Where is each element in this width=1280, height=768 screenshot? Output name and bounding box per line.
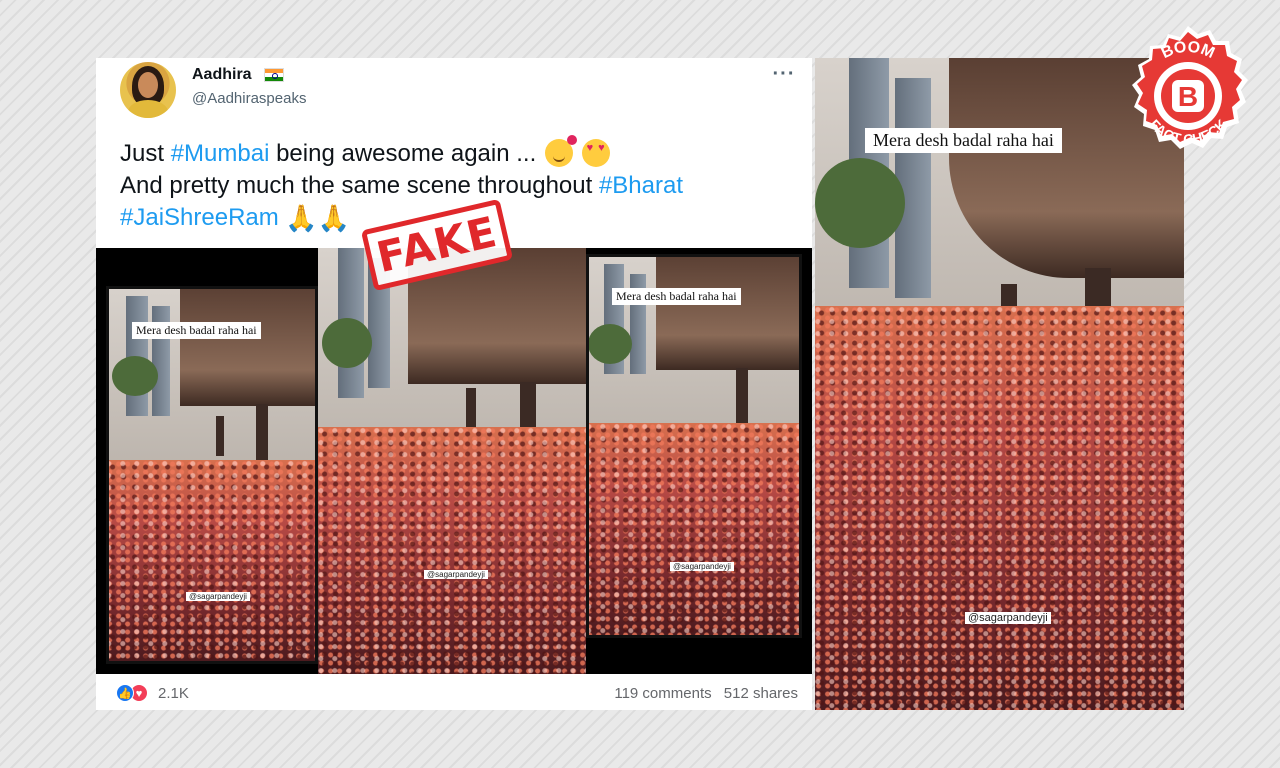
video-watermark: @sagarpandeyji [965, 612, 1051, 624]
avatar[interactable] [120, 62, 176, 118]
text-segment: being awesome again ... [269, 140, 537, 167]
shares-count[interactable]: 512 shares [724, 685, 798, 702]
user-handle[interactable]: @Aadhiraspeaks [192, 90, 306, 107]
folded-hands-emoji: 🙏 [317, 203, 351, 233]
boom-letter: B [1178, 81, 1198, 112]
text-segment: Just [120, 140, 171, 167]
heart-eyes-emoji [581, 139, 610, 167]
flag-india-icon [264, 68, 284, 82]
display-name[interactable]: Aadhira [192, 66, 252, 84]
video-watermark: @sagarpandeyji [424, 570, 488, 579]
hashtag-mumbai[interactable]: #Mumbai [171, 140, 270, 167]
video-caption: Mera desh badal raha hai [865, 128, 1062, 153]
smiling-hearts-emoji [544, 135, 577, 167]
post-header: Aadhira @Aadhiraspeaks ··· [96, 58, 812, 128]
post-text-line-1: Just #Mumbai being awesome again ... [120, 135, 800, 170]
comments-count[interactable]: 119 comments [614, 685, 711, 702]
more-options-icon[interactable]: ··· [772, 64, 796, 84]
reaction-count[interactable]: 2.1K [158, 685, 189, 702]
video-frame-left[interactable]: Mera desh badal raha hai @sagarpandeyji [106, 286, 318, 664]
video-watermark: @sagarpandeyji [186, 592, 250, 601]
social-post: Aadhira @Aadhiraspeaks ··· Just #Mumbai … [96, 58, 812, 710]
post-footer: 👍 ♥ 2.1K 119 comments 512 shares [96, 678, 812, 710]
video-frame-middle[interactable]: @sagarpandeyji [318, 248, 586, 674]
video-watermark: @sagarpandeyji [670, 562, 734, 571]
hashtag-jaishreeram[interactable]: #JaiShreeRam [120, 204, 279, 231]
like-reaction-icon[interactable]: 👍 [116, 684, 134, 702]
post-media-collage[interactable]: Mera desh badal raha hai @sagarpandeyji … [96, 248, 812, 674]
post-text-line-2: And pretty much the same scene throughou… [120, 170, 800, 202]
text-segment: And pretty much the same scene throughou… [120, 172, 599, 199]
folded-hands-emoji: 🙏 [285, 203, 318, 233]
hashtag-bharat[interactable]: #Bharat [599, 172, 683, 199]
video-frame-right[interactable]: Mera desh badal raha hai @sagarpandeyji [586, 254, 802, 638]
boom-logo: B BOOM FACT CHECK [1132, 26, 1248, 149]
video-caption: Mera desh badal raha hai [132, 322, 261, 339]
post-stats: 119 comments 512 shares [614, 685, 798, 702]
video-caption: Mera desh badal raha hai [612, 288, 741, 305]
